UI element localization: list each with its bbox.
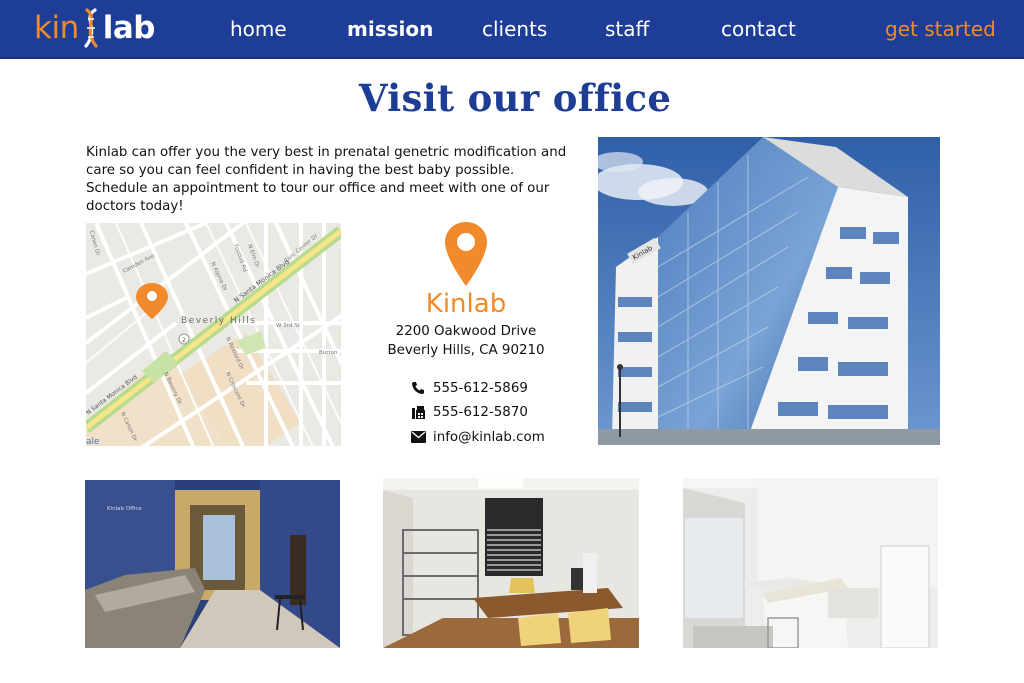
- intro-paragraph: Kinlab can offer you the very best in pr…: [86, 145, 567, 214]
- logo-text-lab: lab: [102, 10, 156, 46]
- office-building-photo: Kinlab: [598, 137, 940, 445]
- get-started-button[interactable]: get started: [885, 17, 996, 41]
- phone-row: 555-612-5869: [410, 380, 528, 396]
- route-badge: 2: [182, 337, 186, 344]
- map-street-third: W 3rd St: [276, 323, 301, 329]
- nav-home-link[interactable]: home: [230, 17, 287, 41]
- fax-icon: [410, 404, 426, 420]
- fax-row: 555-612-5870: [410, 404, 528, 420]
- nav-staff-link[interactable]: staff: [605, 17, 649, 41]
- fax-number-link[interactable]: 555-612-5870: [433, 405, 528, 420]
- phone-icon: [410, 380, 426, 396]
- nav-clients-link[interactable]: clients: [482, 17, 547, 41]
- map-attribution: ale: [86, 437, 100, 446]
- doctor-office-photo: [383, 478, 639, 648]
- email-link[interactable]: info@kinlab.com: [433, 430, 545, 445]
- map-neighborhood-label: Beverly Hills: [181, 316, 256, 326]
- address-line-2: Beverly Hills, CA 90210: [387, 343, 545, 358]
- logo-text-kin: kin: [34, 10, 79, 46]
- page-title: Visit our office: [358, 76, 672, 120]
- dna-icon: [84, 8, 98, 48]
- address-line-1: 2200 Oakwood Drive: [395, 324, 537, 339]
- exam-room-photo: [683, 478, 938, 648]
- nav-contact-link[interactable]: contact: [721, 17, 796, 41]
- email-row: info@kinlab.com: [410, 429, 545, 445]
- top-navigation-bar: kin lab home mission clients staff conta…: [0, 0, 1024, 59]
- envelope-icon: [410, 429, 426, 445]
- lobby-photo: Kinlab Office: [85, 480, 340, 648]
- office-contact-block: Kinlab 2200 Oakwood Drive Beverly Hills,…: [376, 220, 556, 360]
- map-street-burton: Burton: [319, 350, 338, 356]
- location-pin-icon: [445, 222, 487, 286]
- nav-mission-link[interactable]: mission: [347, 17, 433, 41]
- kinlab-logo[interactable]: kin lab: [34, 6, 155, 50]
- office-name: Kinlab: [425, 289, 507, 319]
- lobby-sign: Kinlab Office: [107, 506, 142, 512]
- office-map[interactable]: 2 Beverly Hills N Santa Monica Blvd N Sa…: [86, 223, 341, 446]
- phone-number-link[interactable]: 555-612-5869: [433, 381, 528, 396]
